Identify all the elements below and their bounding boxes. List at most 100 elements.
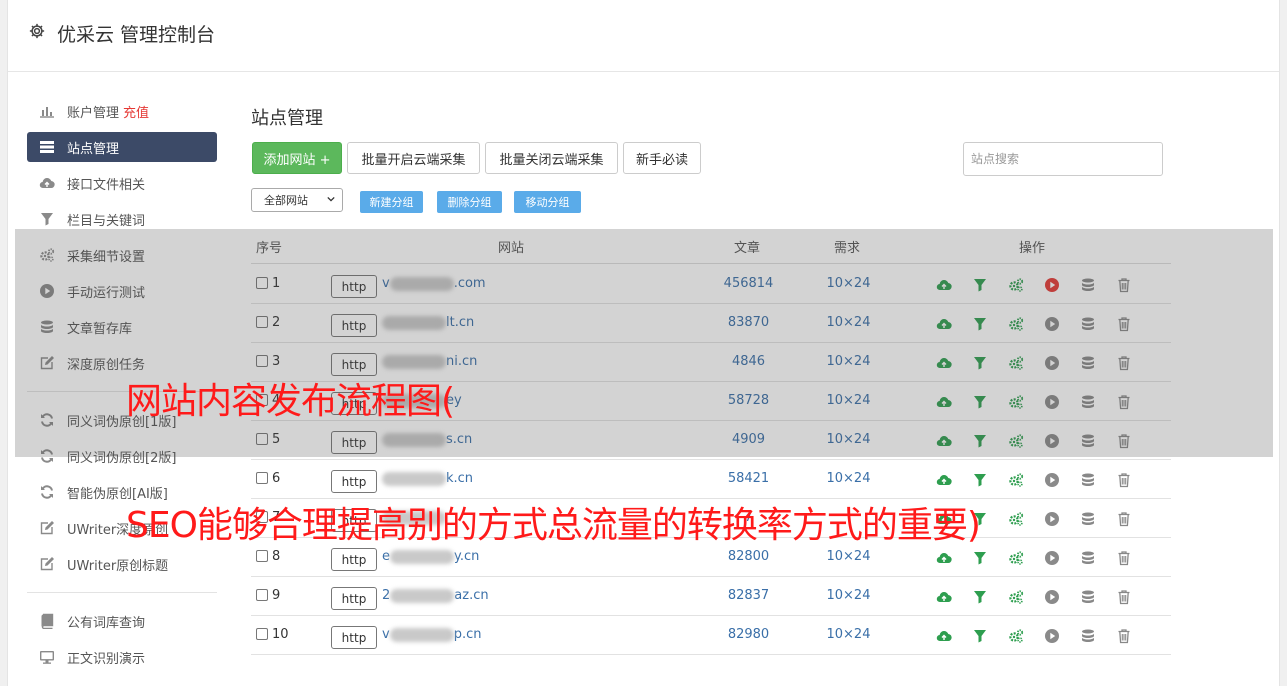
trash-icon[interactable] bbox=[1115, 549, 1133, 567]
sidebar-item[interactable]: 公有词库查询 bbox=[27, 606, 217, 636]
sidebar-item[interactable]: 账户管理 充值 bbox=[27, 96, 217, 126]
site-url-link[interactable]: 2 az.cn bbox=[382, 588, 489, 603]
overlay-title-line2: SEO能够合理提高别的方式总流量的转换率方式的重要) bbox=[126, 505, 981, 546]
bar-chart-icon bbox=[38, 102, 56, 120]
http-badge: http bbox=[331, 587, 377, 610]
delete-group-button[interactable]: 删除分组 bbox=[437, 191, 502, 213]
demand-value[interactable]: 10×24 bbox=[811, 549, 886, 564]
sidebar-item-label: 正文识别演示 bbox=[67, 651, 146, 667]
edit-icon bbox=[38, 519, 56, 537]
trash-icon[interactable] bbox=[1115, 510, 1133, 528]
sidebar-item-label: UWriter原创标题 bbox=[67, 558, 169, 574]
header: 优采云 管理控制台 bbox=[8, 0, 1279, 72]
site-url-prefix: e bbox=[382, 549, 390, 564]
table-row: 10 http v p.cn 82980 10×24 bbox=[251, 616, 1171, 655]
trash-icon[interactable] bbox=[1115, 471, 1133, 489]
sidebar-item-label: 接口文件相关 bbox=[67, 177, 146, 193]
site-url-link[interactable]: e y.cn bbox=[382, 549, 479, 564]
redacted-blur bbox=[389, 627, 454, 642]
site-url-suffix: az.cn bbox=[454, 588, 489, 603]
row-checkbox[interactable] bbox=[256, 589, 268, 601]
play-circle-icon[interactable] bbox=[1043, 471, 1061, 489]
play-circle-icon[interactable] bbox=[1043, 588, 1061, 606]
row-actions bbox=[935, 471, 1135, 489]
sidebar-item[interactable]: 站点管理 bbox=[27, 132, 217, 162]
row-checkbox[interactable] bbox=[256, 472, 268, 484]
filter-icon[interactable] bbox=[971, 471, 989, 489]
play-circle-icon[interactable] bbox=[1043, 549, 1061, 567]
sidebar-item[interactable]: 接口文件相关 bbox=[27, 168, 217, 198]
row-checkbox[interactable] bbox=[256, 550, 268, 562]
site-url-link[interactable]: v p.cn bbox=[382, 627, 481, 642]
table-row: 9 http 2 az.cn 82837 10×24 bbox=[251, 577, 1171, 616]
database-icon[interactable] bbox=[1079, 510, 1097, 528]
sidebar-item-label: 公有词库查询 bbox=[67, 615, 146, 631]
demand-value[interactable]: 10×24 bbox=[811, 588, 886, 603]
sidebar-item-label: 栏目与关键词 bbox=[67, 213, 146, 229]
redacted-blur bbox=[390, 549, 454, 564]
page-title: 站点管理 bbox=[251, 108, 323, 129]
database-icon[interactable] bbox=[1079, 627, 1097, 645]
row-number: 9 bbox=[272, 588, 281, 603]
row-number: 8 bbox=[272, 549, 281, 564]
newbie-guide-button[interactable]: 新手必读 bbox=[623, 142, 701, 174]
gears-icon[interactable] bbox=[1007, 588, 1025, 606]
sidebar-item[interactable]: 正文识别演示 bbox=[27, 642, 217, 672]
trash-icon[interactable] bbox=[1115, 588, 1133, 606]
server-list-icon bbox=[38, 138, 56, 156]
row-actions bbox=[935, 588, 1135, 606]
batch-disable-cloud-button[interactable]: 批量关闭云端采集 bbox=[485, 142, 618, 174]
refresh-icon bbox=[38, 483, 56, 501]
demand-value[interactable]: 10×24 bbox=[811, 627, 886, 642]
sidebar-item-label: 账户管理 bbox=[67, 105, 120, 121]
gears-icon[interactable] bbox=[1007, 471, 1025, 489]
site-url-link[interactable]: k.cn bbox=[382, 471, 473, 486]
site-search-input[interactable] bbox=[963, 142, 1163, 176]
play-circle-icon[interactable] bbox=[1043, 627, 1061, 645]
redacted-blur bbox=[390, 588, 455, 603]
article-count[interactable]: 58421 bbox=[701, 471, 796, 486]
site-url-suffix: y.cn bbox=[454, 549, 480, 564]
monitor-icon bbox=[38, 648, 56, 666]
filter-icon[interactable] bbox=[971, 588, 989, 606]
cloud-upload-icon[interactable] bbox=[935, 549, 953, 567]
row-number: 6 bbox=[272, 471, 281, 486]
play-circle-icon[interactable] bbox=[1043, 510, 1061, 528]
sidebar-item[interactable]: UWriter原创标题 bbox=[27, 549, 217, 579]
console-title: 优采云 管理控制台 bbox=[57, 24, 216, 46]
filter-icon[interactable] bbox=[971, 627, 989, 645]
new-group-button[interactable]: 新建分组 bbox=[360, 191, 423, 213]
cloud-upload-icon[interactable] bbox=[935, 627, 953, 645]
add-site-button[interactable]: 添加网站 + bbox=[252, 142, 342, 174]
filter-icon[interactable] bbox=[971, 549, 989, 567]
edit-icon bbox=[38, 555, 56, 573]
site-url-prefix: 2 bbox=[382, 588, 391, 603]
recharge-link[interactable]: 充值 bbox=[123, 102, 149, 121]
cloud-upload-icon bbox=[38, 174, 56, 192]
site-url-suffix: k.cn bbox=[446, 471, 474, 486]
database-icon[interactable] bbox=[1079, 549, 1097, 567]
cloud-upload-icon[interactable] bbox=[935, 588, 953, 606]
demand-value[interactable]: 10×24 bbox=[811, 471, 886, 486]
move-group-button[interactable]: 移动分组 bbox=[514, 191, 581, 213]
redacted-blur bbox=[382, 471, 446, 486]
row-number: 10 bbox=[272, 627, 289, 642]
gears-icon[interactable] bbox=[1007, 549, 1025, 567]
article-count[interactable]: 82980 bbox=[701, 627, 796, 642]
article-count[interactable]: 82800 bbox=[701, 549, 796, 564]
batch-enable-cloud-button[interactable]: 批量开启云端采集 bbox=[347, 142, 480, 174]
chevron-down-icon bbox=[327, 196, 335, 202]
row-checkbox[interactable] bbox=[256, 628, 268, 640]
row-actions bbox=[935, 627, 1135, 645]
gears-icon[interactable] bbox=[1007, 627, 1025, 645]
table-row: 6 http k.cn 58421 10×24 bbox=[251, 460, 1171, 499]
cloud-upload-icon[interactable] bbox=[935, 471, 953, 489]
database-icon[interactable] bbox=[1079, 471, 1097, 489]
gears-icon[interactable] bbox=[1007, 510, 1025, 528]
database-icon[interactable] bbox=[1079, 588, 1097, 606]
group-select[interactable]: 全部网站 bbox=[251, 188, 343, 212]
article-count[interactable]: 82837 bbox=[701, 588, 796, 603]
site-url-suffix: p.cn bbox=[453, 627, 482, 642]
sidebar-item-label: 站点管理 bbox=[67, 141, 120, 157]
trash-icon[interactable] bbox=[1115, 627, 1133, 645]
